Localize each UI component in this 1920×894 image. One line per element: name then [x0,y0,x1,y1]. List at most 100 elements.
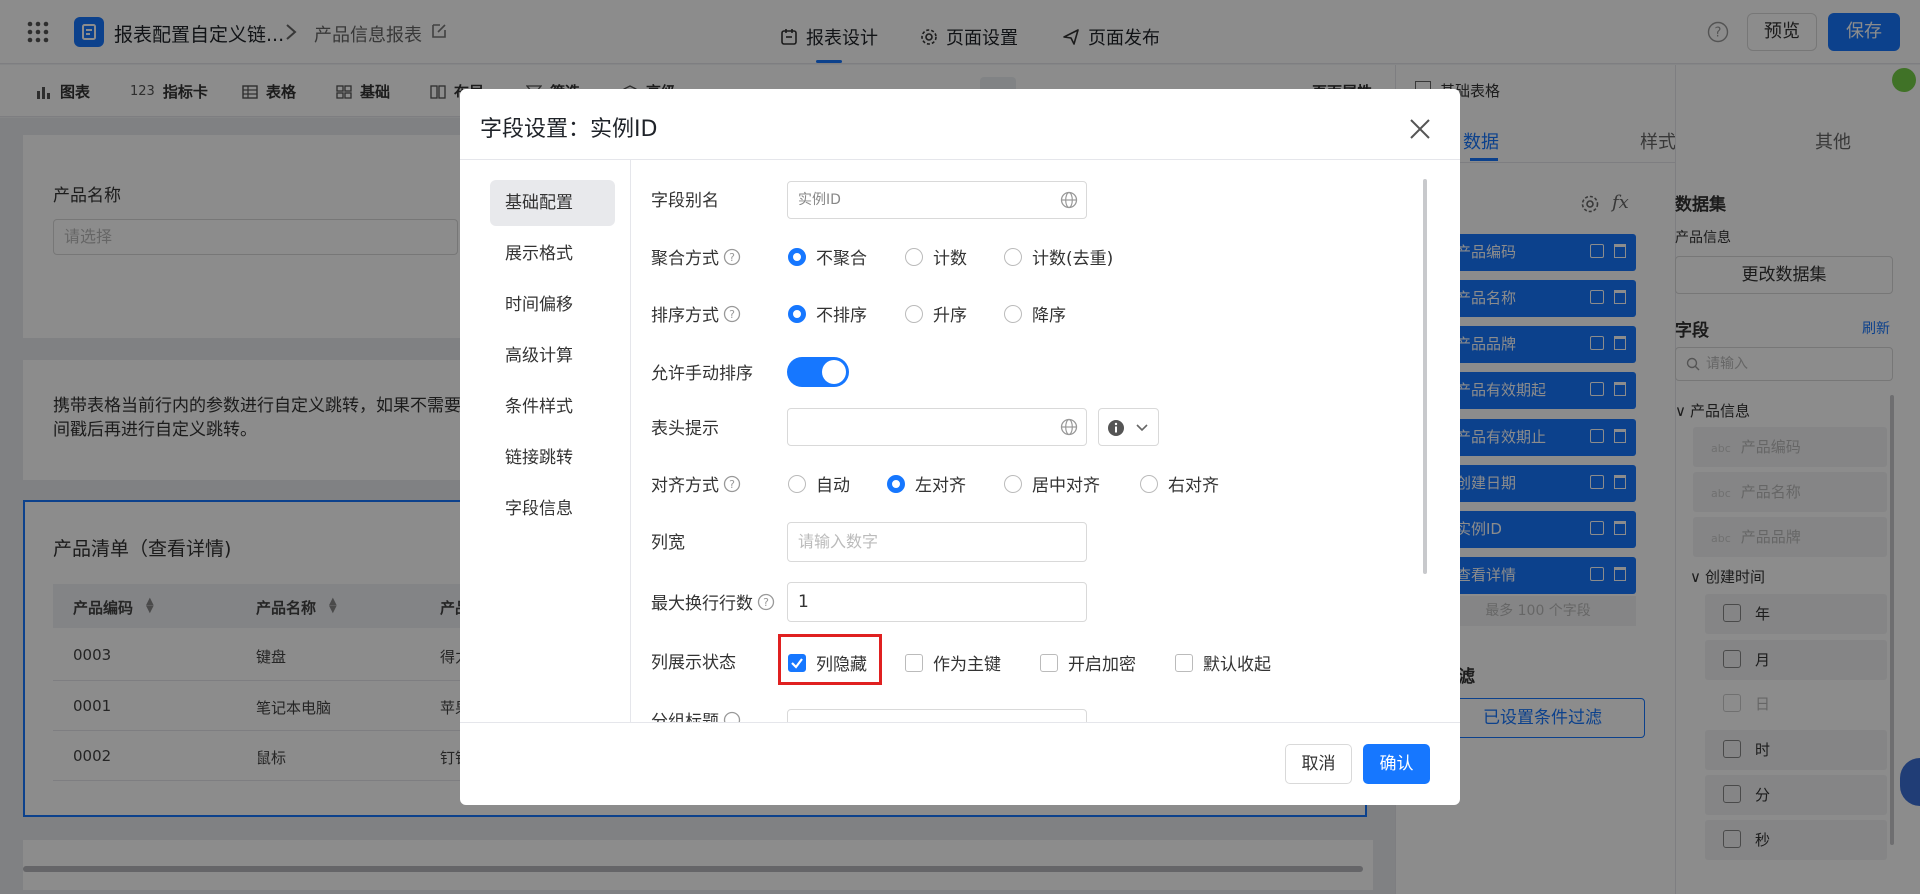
label-text: 对齐方式 [651,476,719,496]
radio-label: 不排序 [816,306,867,326]
agg-option-count[interactable]: 计数 [905,244,967,269]
dialog-title: 字段设置：实例ID [480,117,658,142]
radio-icon [1004,247,1022,266]
agg-option-count-distinct[interactable]: 计数(去重) [1004,244,1113,269]
help-icon[interactable]: ? [723,475,741,493]
radio-label: 不聚合 [816,249,867,269]
agg-option-none[interactable]: 不聚合 [788,244,867,269]
radio-icon [905,247,923,266]
checkbox-collapse-default[interactable]: 默认收起 [1175,650,1271,675]
radio-label: 居中对齐 [1032,476,1100,496]
help-icon[interactable]: ? [723,305,741,323]
close-icon[interactable] [1408,117,1432,141]
label-text: 允许手动排序 [651,364,753,384]
radio-label: 左对齐 [915,476,966,496]
radio-icon [1004,304,1022,323]
width-placeholder: 请输入数字 [798,532,879,551]
sort-option-asc[interactable]: 升序 [905,301,967,326]
checkbox-encrypt[interactable]: 开启加密 [1040,650,1136,675]
radio-label: 计数 [933,249,967,269]
tip-icon-select[interactable] [1098,408,1159,446]
label-text: 列宽 [651,533,685,553]
alias-value: 实例ID [798,192,841,208]
label-text: 最大换行行数 [651,594,753,614]
field-settings-dialog: 字段设置：实例ID 基础配置 展示格式 时间偏移 高级计算 条件样式 链接跳转 … [460,89,1460,805]
checkbox-icon [1040,653,1058,672]
label-text: 字段别名 [651,191,719,211]
radio-icon [788,474,806,493]
radio-label: 降序 [1032,306,1066,326]
align-option-auto[interactable]: 自动 [788,471,850,496]
sort-label: 排序方式? [651,301,741,326]
label-text: 表头提示 [651,419,719,439]
checkbox-icon [1175,653,1193,672]
label-text: 列展示状态 [651,653,736,673]
nav-advanced-calc[interactable]: 高级计算 [490,333,615,379]
header-tip-input[interactable] [787,408,1087,446]
sort-option-none[interactable]: 不排序 [788,301,867,326]
nav-time-offset[interactable]: 时间偏移 [490,282,615,328]
toggle-knob [822,360,846,384]
radio-icon [1140,474,1158,493]
svg-text:?: ? [729,478,735,491]
alias-label: 字段别名 [651,186,719,211]
group-title-row: 分组标题 [460,697,1420,722]
radio-icon [905,304,923,323]
dialog-scrollbar[interactable] [1423,179,1427,574]
group-title-label: 分组标题 [651,707,741,722]
radio-selected-icon [788,304,806,323]
label-text: 排序方式 [651,306,719,326]
manual-sort-toggle[interactable] [787,357,849,387]
radio-label: 升序 [933,306,967,326]
chevron-down-icon [1136,424,1148,432]
radio-icon [1004,474,1022,493]
nav-link-jump[interactable]: 链接跳转 [490,435,615,481]
max-lines-value: 1 [798,592,809,612]
display-state-label: 列展示状态 [651,648,736,673]
cancel-button[interactable]: 取消 [1285,744,1352,784]
alias-input[interactable]: 实例ID [787,181,1087,219]
help-icon[interactable]: ? [757,593,775,611]
manual-sort-label: 允许手动排序 [651,359,753,384]
radio-selected-icon [788,247,806,266]
radio-label: 右对齐 [1168,476,1219,496]
radio-label: 计数(去重) [1032,249,1114,269]
align-option-left[interactable]: 左对齐 [887,471,966,496]
header-tip-label: 表头提示 [651,414,719,439]
align-option-right[interactable]: 右对齐 [1140,471,1219,496]
info-icon [1108,420,1124,436]
checkbox-primary-key[interactable]: 作为主键 [905,650,1001,675]
checkbox-label: 默认收起 [1203,655,1271,675]
dialog-divider [460,159,1460,160]
highlight-box [778,634,882,685]
align-option-center[interactable]: 居中对齐 [1004,471,1100,496]
globe-icon[interactable] [1060,418,1078,436]
dialog-divider [630,160,631,722]
dialog-divider [460,722,1460,723]
svg-text:?: ? [729,308,735,321]
radio-label: 自动 [816,476,850,496]
help-icon[interactable] [723,711,741,723]
max-lines-input[interactable]: 1 [787,582,1087,622]
checkbox-icon [905,653,923,672]
align-label: 对齐方式? [651,471,741,496]
checkbox-label: 作为主键 [933,655,1001,675]
nav-conditional-style[interactable]: 条件样式 [490,384,615,430]
svg-text:?: ? [729,251,735,264]
max-lines-label: 最大换行行数? [651,589,775,614]
column-width-input[interactable]: 请输入数字 [787,522,1087,562]
label-text: 聚合方式 [651,249,719,269]
nav-basic-config[interactable]: 基础配置 [490,180,615,226]
width-label: 列宽 [651,528,685,553]
checkbox-label: 开启加密 [1068,655,1136,675]
nav-display-format[interactable]: 展示格式 [490,231,615,277]
group-title-input[interactable] [787,709,1087,722]
sort-option-desc[interactable]: 降序 [1004,301,1066,326]
nav-field-info[interactable]: 字段信息 [490,486,615,532]
globe-icon[interactable] [1060,191,1078,209]
svg-text:?: ? [763,596,769,609]
label-text: 分组标题 [651,712,719,722]
help-icon[interactable]: ? [723,248,741,266]
radio-selected-icon [887,474,905,493]
confirm-button[interactable]: 确认 [1363,744,1430,784]
